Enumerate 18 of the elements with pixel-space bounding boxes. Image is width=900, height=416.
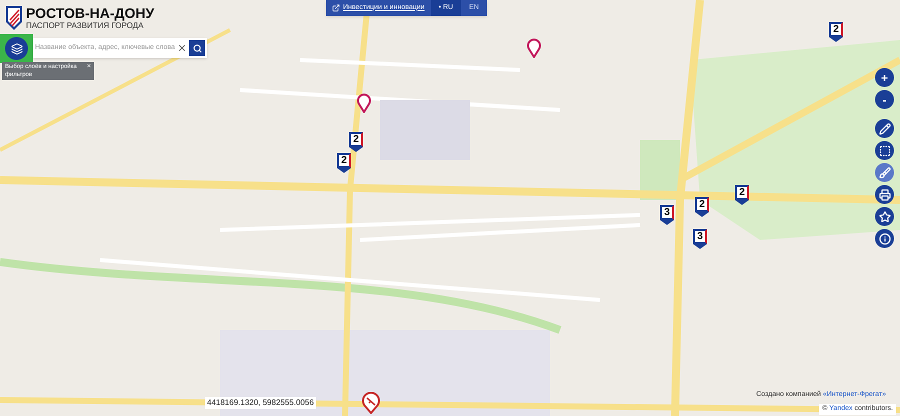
layers-button[interactable] [5, 37, 28, 60]
map-pin-icon[interactable] [362, 392, 380, 414]
star-icon [878, 210, 890, 222]
map-pin-icon[interactable] [357, 93, 371, 113]
city-subtitle: ПАСПОРТ РАЗВИТИЯ ГОРОДА [26, 22, 144, 30]
search-button[interactable] [189, 40, 205, 56]
brush-icon [878, 166, 890, 178]
map-pin-icon[interactable] [527, 38, 541, 58]
coordinates-label: 4418169.1320, 5982555.0056 [205, 397, 316, 409]
external-link-icon [332, 4, 340, 12]
city-title: РОСТОВ-НА-ДОНУ [26, 6, 154, 20]
search-icon [192, 44, 202, 52]
clear-icon[interactable] [177, 43, 187, 53]
layers-icon [10, 42, 22, 54]
area-icon [878, 144, 890, 156]
print-icon [878, 188, 890, 200]
info-icon [878, 232, 890, 244]
flag-logo-icon [6, 6, 22, 30]
